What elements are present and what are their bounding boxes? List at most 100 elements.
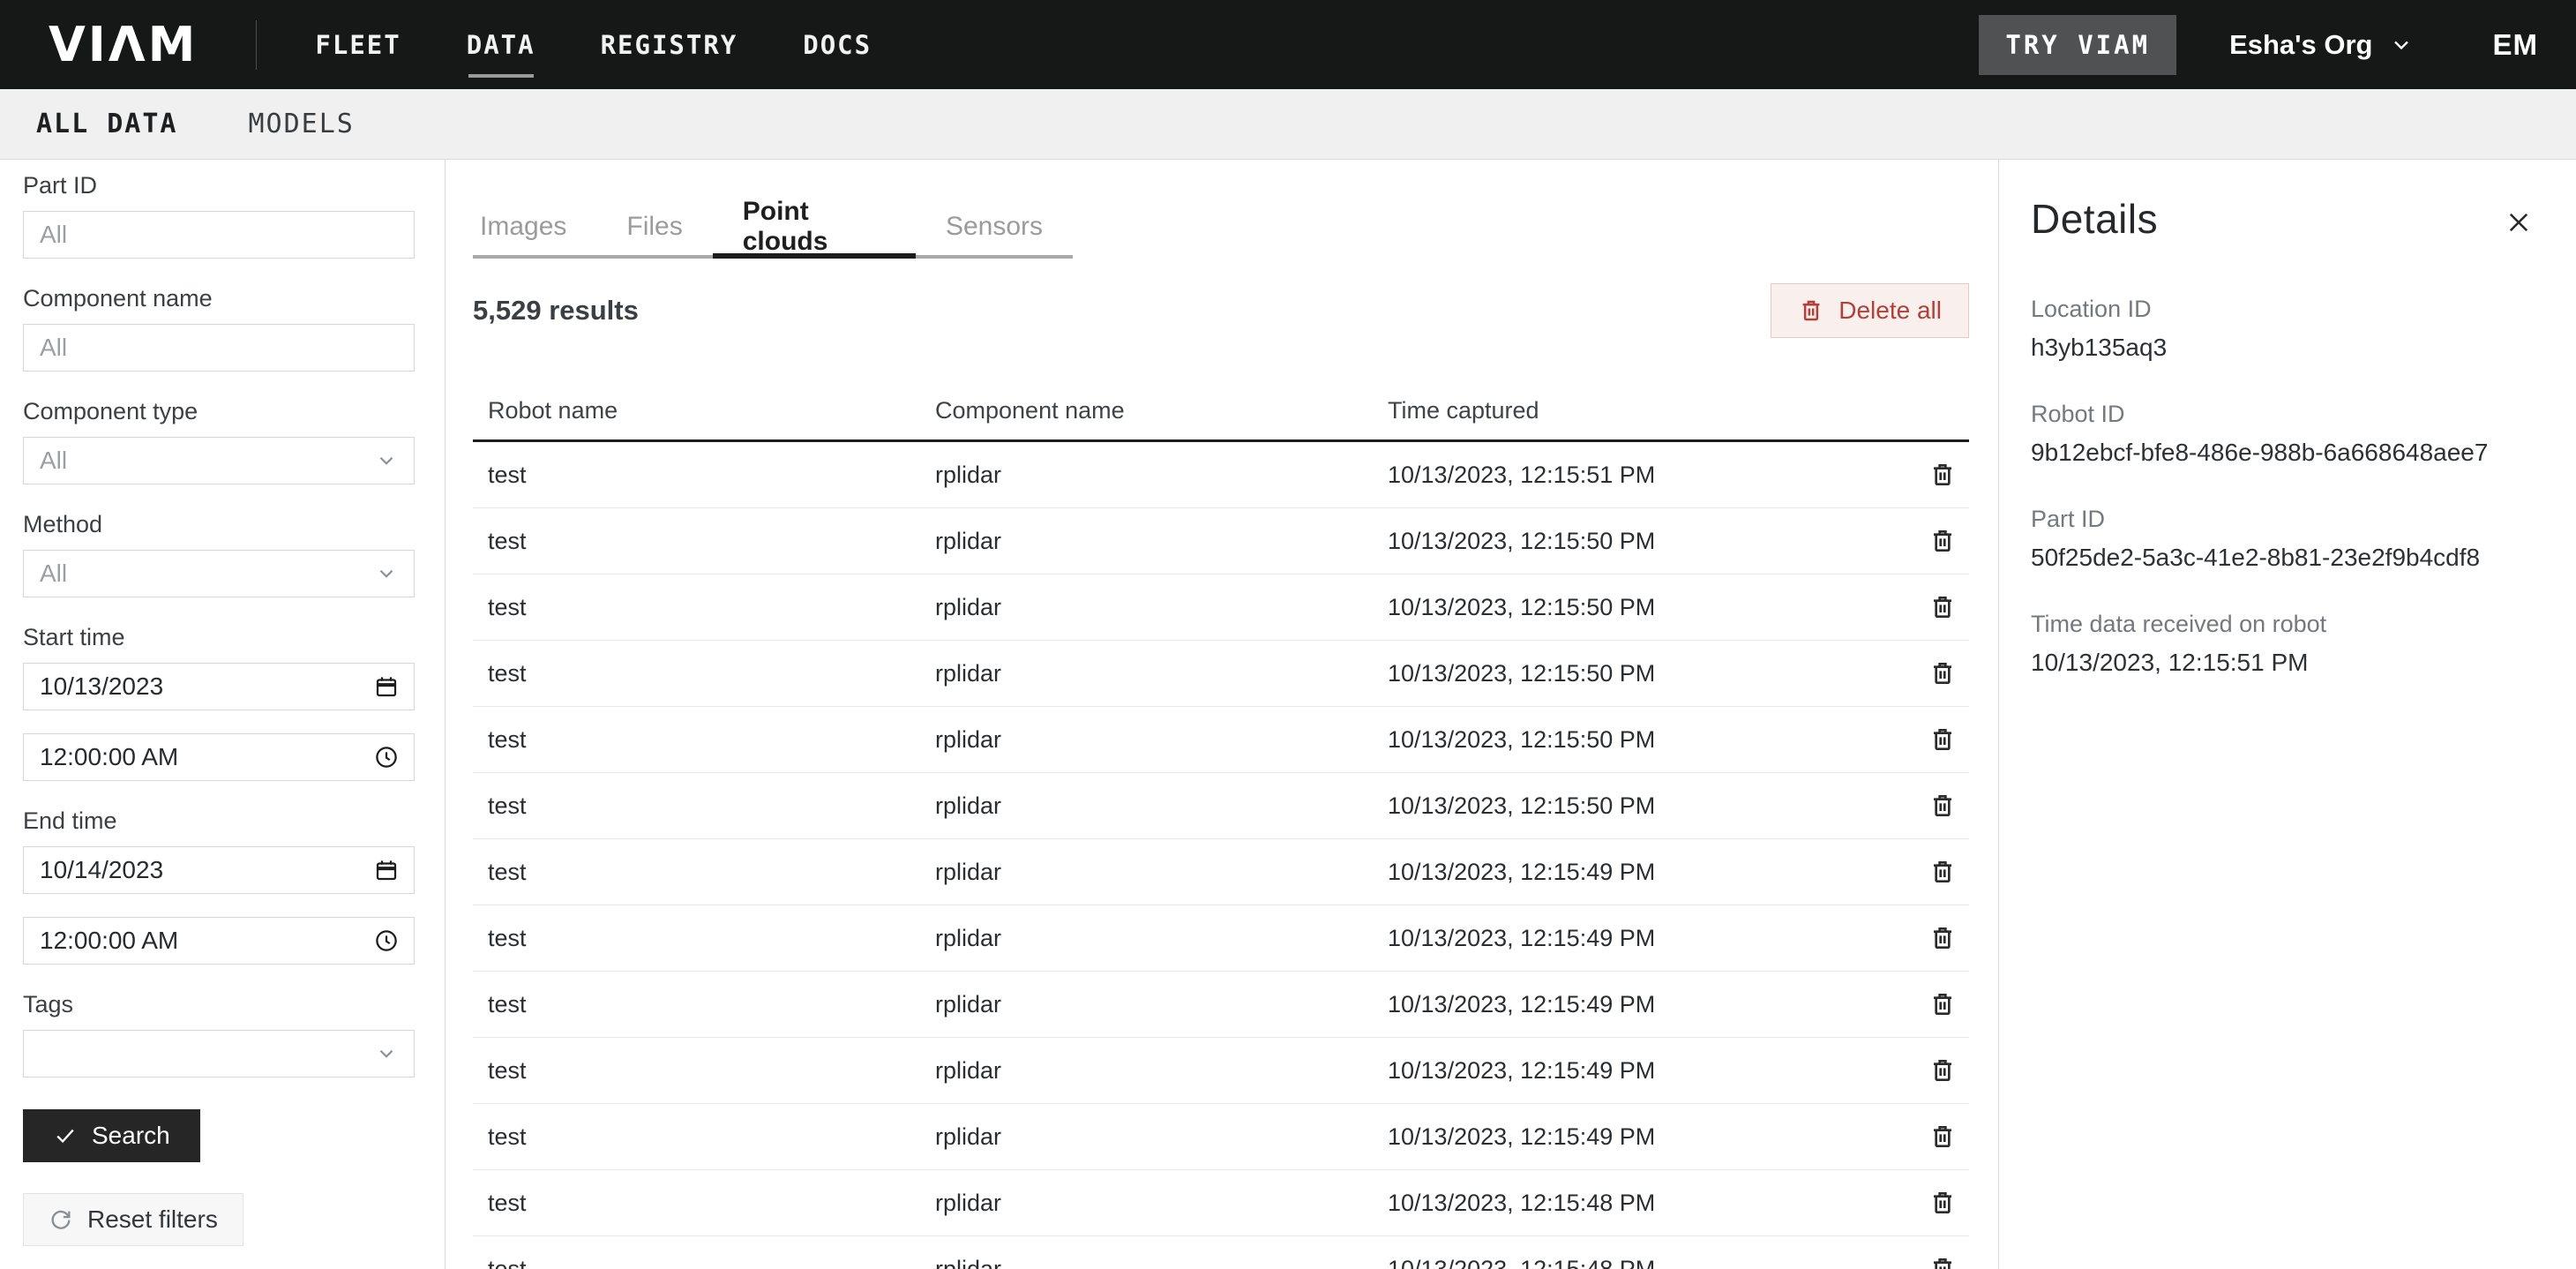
table-row[interactable]: test rplidar 10/13/2023, 12:15:50 PM — [473, 508, 1969, 574]
check-icon — [53, 1123, 78, 1148]
table-row[interactable]: test rplidar 10/13/2023, 12:15:49 PM — [473, 839, 1969, 905]
field-value: 9b12ebcf-bfe8-486e-988b-6a668648aee7 — [2031, 439, 2541, 467]
method-label: Method — [23, 511, 414, 538]
delete-row-button[interactable] — [1916, 1255, 1969, 1269]
close-icon — [2504, 207, 2534, 237]
delete-row-button[interactable] — [1916, 990, 1969, 1018]
start-clock-input[interactable]: 12:00:00 AM — [23, 733, 415, 781]
end-date-value: 10/14/2023 — [40, 856, 163, 884]
tags-label: Tags — [23, 991, 414, 1018]
start-time-label: Start time — [23, 624, 414, 651]
try-viam-button[interactable]: TRY VIAM — [1979, 15, 2176, 75]
method-select[interactable]: All — [23, 550, 415, 597]
component-name-input[interactable] — [40, 334, 398, 362]
delete-row-button[interactable] — [1916, 1189, 1969, 1217]
cell-time-captured: 10/13/2023, 12:15:49 PM — [1388, 1123, 1916, 1151]
tab-images[interactable]: Images — [473, 199, 596, 255]
column-time-captured: Time captured — [1388, 397, 1916, 424]
delete-all-button[interactable]: Delete all — [1771, 283, 1969, 338]
table-row[interactable]: test rplidar 10/13/2023, 12:15:50 PM — [473, 574, 1969, 641]
cell-component-name: rplidar — [935, 792, 1388, 820]
part-id-input[interactable] — [40, 221, 398, 249]
tab-files[interactable]: Files — [596, 199, 712, 255]
table-row[interactable]: test rplidar 10/13/2023, 12:15:49 PM — [473, 905, 1969, 972]
results-header: 5,529 results Delete all — [473, 283, 1969, 338]
details-panel: Details Location ID h3yb135aq3 Robot ID … — [1998, 160, 2576, 1269]
start-date-input[interactable]: 10/13/2023 — [23, 663, 415, 710]
tab-models[interactable]: MODELS — [249, 109, 355, 139]
details-header: Details — [2031, 195, 2541, 247]
close-details-button[interactable] — [2497, 200, 2541, 247]
cell-time-captured: 10/13/2023, 12:15:49 PM — [1388, 991, 1916, 1018]
details-field-time-received: Time data received on robot 10/13/2023, … — [2031, 611, 2541, 677]
cell-robot-name: test — [473, 925, 935, 952]
part-id-filter: Part ID — [23, 172, 414, 259]
viam-logo[interactable]: VIΛM — [49, 17, 198, 72]
table-row[interactable]: test rplidar 10/13/2023, 12:15:48 PM — [473, 1170, 1969, 1236]
cell-component-name: rplidar — [935, 1057, 1388, 1085]
refresh-icon — [49, 1207, 73, 1232]
reset-filters-button[interactable]: Reset filters — [23, 1193, 243, 1246]
end-date-input[interactable]: 10/14/2023 — [23, 846, 415, 894]
table-row[interactable]: test rplidar 10/13/2023, 12:15:51 PM — [473, 442, 1969, 508]
nav-items: FLEET DATA REGISTRY DOCS — [315, 0, 872, 89]
component-name-input-wrap — [23, 324, 415, 372]
end-clock-input[interactable]: 12:00:00 AM — [23, 917, 415, 965]
tab-point-clouds[interactable]: Point clouds — [713, 199, 916, 255]
tab-sensors[interactable]: Sensors — [916, 199, 1073, 255]
table-row[interactable]: test rplidar 10/13/2023, 12:15:49 PM — [473, 1104, 1969, 1170]
field-value: h3yb135aq3 — [2031, 334, 2541, 362]
delete-row-button[interactable] — [1916, 527, 1969, 555]
search-button[interactable]: Search — [23, 1109, 200, 1162]
delete-row-button[interactable] — [1916, 725, 1969, 754]
calendar-icon[interactable] — [373, 857, 400, 883]
org-switcher[interactable]: Esha's Org — [2229, 29, 2413, 61]
nav-item-docs[interactable]: DOCS — [803, 0, 872, 89]
nav-item-fleet[interactable]: FLEET — [315, 0, 401, 89]
table-row[interactable]: test rplidar 10/13/2023, 12:15:48 PM — [473, 1236, 1969, 1269]
nav-item-registry[interactable]: REGISTRY — [601, 0, 738, 89]
delete-row-button[interactable] — [1916, 792, 1969, 820]
table-row[interactable]: test rplidar 10/13/2023, 12:15:49 PM — [473, 972, 1969, 1038]
user-avatar[interactable]: EM — [2493, 28, 2539, 62]
details-field-location-id: Location ID h3yb135aq3 — [2031, 296, 2541, 362]
cell-component-name: rplidar — [935, 859, 1388, 886]
delete-row-button[interactable] — [1916, 461, 1969, 489]
details-title: Details — [2031, 195, 2158, 243]
delete-row-button[interactable] — [1916, 858, 1969, 886]
cell-component-name: rplidar — [935, 462, 1388, 489]
component-name-label: Component name — [23, 285, 414, 312]
table-row[interactable]: test rplidar 10/13/2023, 12:15:49 PM — [473, 1038, 1969, 1104]
tab-all-data[interactable]: ALL DATA — [36, 109, 178, 139]
nav-item-data[interactable]: DATA — [467, 0, 535, 89]
delete-row-button[interactable] — [1916, 593, 1969, 621]
clock-icon[interactable] — [373, 744, 400, 770]
field-value: 10/13/2023, 12:15:51 PM — [2031, 649, 2541, 677]
delete-row-button[interactable] — [1916, 1123, 1969, 1151]
delete-row-button[interactable] — [1916, 1056, 1969, 1085]
sub-nav: ALL DATA MODELS — [0, 89, 2576, 160]
cell-robot-name: test — [473, 594, 935, 621]
cell-component-name: rplidar — [935, 1190, 1388, 1217]
start-clock-value: 12:00:00 AM — [40, 743, 178, 771]
trash-icon — [1928, 858, 1957, 886]
table-row[interactable]: test rplidar 10/13/2023, 12:15:50 PM — [473, 773, 1969, 839]
table-row[interactable]: test rplidar 10/13/2023, 12:15:50 PM — [473, 707, 1969, 773]
component-name-filter: Component name — [23, 285, 414, 372]
part-id-label: Part ID — [23, 172, 414, 199]
table-header: Robot name Component name Time captured — [473, 382, 1969, 442]
delete-row-button[interactable] — [1916, 924, 1969, 952]
cell-component-name: rplidar — [935, 726, 1388, 754]
component-type-select[interactable]: All — [23, 437, 415, 484]
cell-robot-name: test — [473, 660, 935, 687]
calendar-icon[interactable] — [373, 673, 400, 700]
trash-icon — [1928, 792, 1957, 820]
cell-robot-name: test — [473, 859, 935, 886]
clock-icon[interactable] — [373, 927, 400, 954]
cell-robot-name: test — [473, 1123, 935, 1151]
end-time-label: End time — [23, 807, 414, 835]
tags-select[interactable] — [23, 1030, 415, 1078]
delete-row-button[interactable] — [1916, 659, 1969, 687]
table-row[interactable]: test rplidar 10/13/2023, 12:15:50 PM — [473, 641, 1969, 707]
content-area: Part ID Component name Component type Al… — [0, 160, 2576, 1269]
